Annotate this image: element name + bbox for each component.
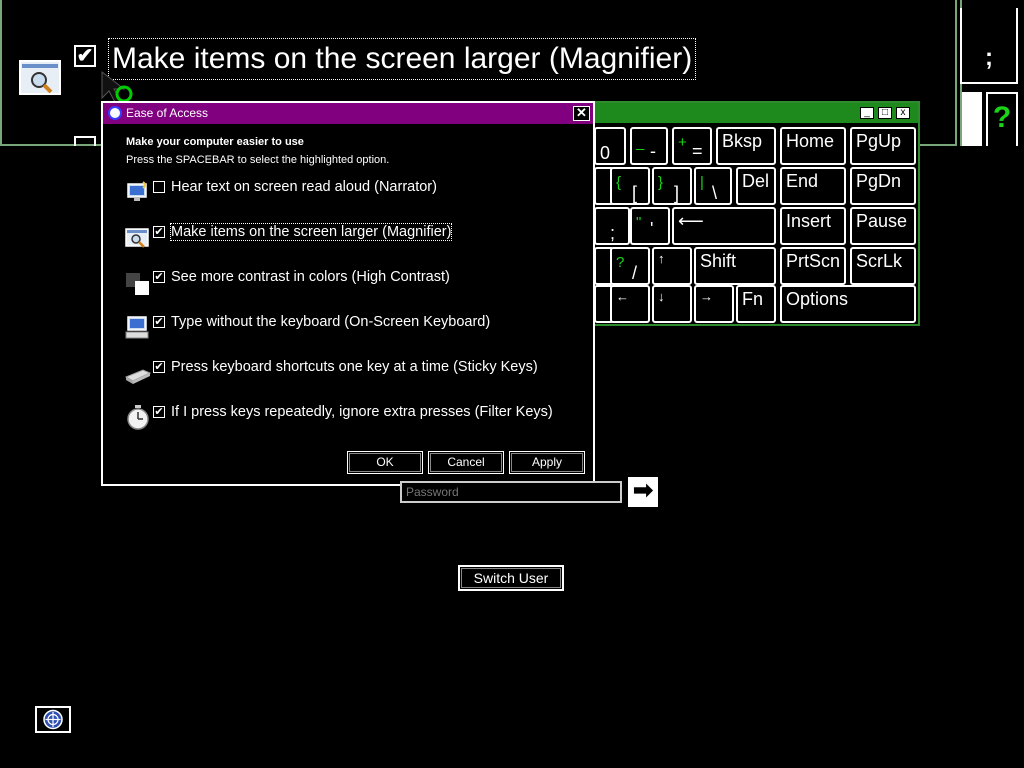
key-shift-label: ? <box>616 254 625 271</box>
key-semicolon-magnified[interactable]: ; <box>960 8 1018 84</box>
key-down-arrow[interactable]: ↓ <box>652 285 692 323</box>
key-semicolon[interactable]: ; <box>594 207 630 245</box>
key-left-arrow[interactable]: ← <box>610 285 650 323</box>
cancel-button[interactable]: Cancel <box>428 451 504 474</box>
dialog-instructions: Press the SPACEBAR to select the highlig… <box>126 154 390 166</box>
option-high-contrast[interactable]: ✔ See more contrast in colors (High Cont… <box>125 269 575 299</box>
magnifier-checkbox[interactable]: ✔ <box>74 45 96 67</box>
option-label: See more contrast in colors (High Contra… <box>171 269 450 285</box>
maximize-button[interactable]: □ <box>878 107 892 119</box>
key-label: 0 <box>600 143 611 163</box>
on-screen-keyboard-checkbox[interactable]: ✔ <box>153 316 165 328</box>
key-label: / <box>632 263 638 283</box>
magnifier-icon <box>19 60 61 95</box>
magnifier-option-label: Make items on the screen larger (Magnifi… <box>108 38 697 80</box>
high-contrast-icon <box>126 273 149 295</box>
key-label: ] <box>674 183 680 203</box>
key-scrlk[interactable]: ScrLk <box>850 247 916 285</box>
key-enter[interactable]: ⟵ <box>672 207 776 245</box>
dialog-titlebar[interactable]: Ease of Access ✕ <box>103 103 593 124</box>
key-shift-label: " <box>636 214 642 231</box>
key-shift[interactable]: Shift <box>694 247 776 285</box>
magnifier-next-checkbox[interactable] <box>74 136 96 146</box>
key-quote[interactable]: " ' <box>630 207 670 245</box>
key-shift-label: _ <box>636 134 645 151</box>
narrator-icon <box>127 181 147 201</box>
key-label: \ <box>712 183 718 203</box>
key-pause[interactable]: Pause <box>850 207 916 245</box>
osk-titlebar[interactable]: _ □ x <box>576 103 918 123</box>
key-shift-label: { <box>616 174 622 191</box>
high-contrast-checkbox[interactable]: ✔ <box>153 271 165 283</box>
sticky-keys-icon <box>125 369 151 384</box>
option-on-screen-keyboard[interactable]: ✔ Type without the keyboard (On-Screen K… <box>125 314 575 344</box>
key-minus[interactable]: _ - <box>630 127 668 165</box>
key-end[interactable]: End <box>780 167 846 205</box>
key-label: ' <box>650 219 654 239</box>
option-sticky-keys[interactable]: ✔ Press keyboard shortcuts one key at a … <box>125 359 575 389</box>
option-narrator[interactable]: Hear text on screen read aloud (Narrator… <box>125 179 575 209</box>
key-up-arrow[interactable]: ↑ <box>652 247 692 285</box>
key-label: = <box>692 141 703 161</box>
key-equals[interactable]: + = <box>672 127 712 165</box>
option-magnifier[interactable]: ✔ Make items on the screen larger (Magni… <box>125 223 575 254</box>
magnifier-icon <box>125 228 149 248</box>
apply-button[interactable]: Apply <box>509 451 585 474</box>
key-right-arrow[interactable]: → <box>694 285 734 323</box>
key-label: - <box>650 141 656 161</box>
key-bksp[interactable]: Bksp <box>716 127 776 165</box>
filter-keys-icon <box>127 405 149 430</box>
option-label: Type without the keyboard (On-Screen Key… <box>171 314 491 330</box>
filter-keys-checkbox[interactable]: ✔ <box>153 406 165 418</box>
narrator-checkbox[interactable] <box>153 181 165 193</box>
password-field[interactable] <box>400 481 622 503</box>
ok-button[interactable]: OK <box>347 451 423 474</box>
on-screen-keyboard-icon <box>125 316 149 339</box>
option-filter-keys[interactable]: ✔ If I press keys repeatedly, ignore ext… <box>125 404 575 434</box>
submit-arrow-button[interactable]: ➡ <box>628 477 658 507</box>
key-insert[interactable]: Insert <box>780 207 846 245</box>
key-0[interactable]: 0 <box>594 127 626 165</box>
dialog-heading: Make your computer easier to use <box>126 136 304 148</box>
option-label: If I press keys repeatedly, ignore extra… <box>171 404 553 420</box>
key-label: [ <box>632 183 638 203</box>
key-rbracket[interactable]: } ] <box>652 167 692 205</box>
key-del[interactable]: Del <box>736 167 776 205</box>
sticky-keys-checkbox[interactable]: ✔ <box>153 361 165 373</box>
key-home[interactable]: Home <box>780 127 846 165</box>
on-screen-keyboard-window: _ □ x 0 _ - + = Bksp Home PgUp { [ } ] |… <box>574 101 920 326</box>
option-label: Press keyboard shortcuts one key at a ti… <box>171 359 538 375</box>
ease-of-access-icon <box>43 709 63 730</box>
key-shift-label: | <box>700 174 704 191</box>
key-pgdn[interactable]: PgDn <box>850 167 916 205</box>
ease-of-access-dialog: Ease of Access ✕ Make your computer easi… <box>101 101 595 486</box>
minimize-button[interactable]: _ <box>860 107 874 119</box>
dialog-title: Ease of Access <box>126 106 209 120</box>
key-backslash[interactable]: | \ <box>694 167 732 205</box>
key-shift-label: + <box>678 134 687 151</box>
key-fn[interactable]: Fn <box>736 285 776 323</box>
key-options[interactable]: Options <box>780 285 916 323</box>
ease-of-access-icon <box>108 106 122 120</box>
osk-close-button[interactable]: x <box>896 107 910 119</box>
key-edge-magnified[interactable] <box>962 92 982 146</box>
key-shift-label: } <box>658 174 664 191</box>
close-button[interactable]: ✕ <box>573 106 590 121</box>
ease-of-access-button[interactable] <box>35 706 71 733</box>
key-label: ; <box>610 223 616 243</box>
key-pgup[interactable]: PgUp <box>850 127 916 165</box>
key-lbracket[interactable]: { [ <box>610 167 650 205</box>
key-question-magnified[interactable]: ? <box>986 92 1018 146</box>
key-prtscn[interactable]: PrtScn <box>780 247 846 285</box>
switch-user-button[interactable]: Switch User <box>458 565 564 591</box>
option-label: Hear text on screen read aloud (Narrator… <box>171 179 437 195</box>
option-label: Make items on the screen larger (Magnifi… <box>169 223 453 241</box>
key-slash[interactable]: ? / <box>610 247 650 285</box>
magnifier-checkbox[interactable]: ✔ <box>153 226 165 238</box>
